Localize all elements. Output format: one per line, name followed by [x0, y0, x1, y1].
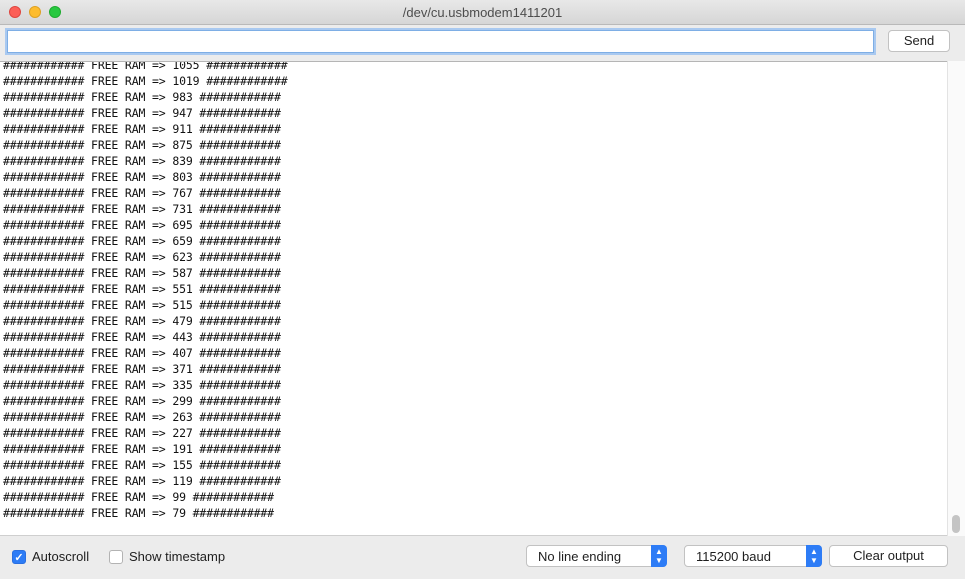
output-line: ############ FREE RAM => 263 ###########… — [3, 410, 281, 424]
bottom-toolbar: ✓ Autoscroll Show timestamp No line endi… — [0, 537, 965, 579]
output-scrollbar[interactable] — [947, 61, 965, 536]
output-line: ############ FREE RAM => 479 ###########… — [3, 314, 281, 328]
output-line: ############ FREE RAM => 947 ###########… — [3, 106, 281, 120]
output-line: ############ FREE RAM => 551 ###########… — [3, 282, 281, 296]
output-line: ############ FREE RAM => 875 ###########… — [3, 138, 281, 152]
baud-rate-select[interactable]: 115200 baud ▲ ▼ — [684, 545, 822, 567]
send-button[interactable]: Send — [888, 30, 950, 52]
output-line: ############ FREE RAM => 1019 ##########… — [3, 74, 288, 88]
output-line: ############ FREE RAM => 119 ###########… — [3, 474, 281, 488]
output-line: ############ FREE RAM => 911 ###########… — [3, 122, 281, 136]
output-line: ############ FREE RAM => 839 ###########… — [3, 154, 281, 168]
baud-rate-value: 115200 baud — [696, 549, 771, 564]
output-line: ############ FREE RAM => 767 ###########… — [3, 186, 281, 200]
send-row: Send — [0, 25, 965, 61]
output-line: ############ FREE RAM => 587 ###########… — [3, 266, 281, 280]
serial-send-input[interactable] — [7, 30, 874, 53]
output-line: ############ FREE RAM => 79 ############ — [3, 506, 274, 520]
autoscroll-label[interactable]: Autoscroll — [32, 549, 89, 564]
title-bar: /dev/cu.usbmodem1411201 — [0, 0, 965, 25]
output-line: ############ FREE RAM => 983 ###########… — [3, 90, 281, 104]
show-timestamp-checkbox[interactable] — [109, 550, 123, 564]
output-line: ############ FREE RAM => 407 ###########… — [3, 346, 281, 360]
output-line: ############ FREE RAM => 1055 ##########… — [3, 61, 288, 72]
output-line: ############ FREE RAM => 623 ###########… — [3, 250, 281, 264]
line-ending-value: No line ending — [538, 549, 622, 564]
output-line: ############ FREE RAM => 155 ###########… — [3, 458, 281, 472]
output-line: ############ FREE RAM => 227 ###########… — [3, 426, 281, 440]
output-line: ############ FREE RAM => 515 ###########… — [3, 298, 281, 312]
output-line: ############ FREE RAM => 803 ###########… — [3, 170, 281, 184]
output-line: ############ FREE RAM => 335 ###########… — [3, 378, 281, 392]
clear-output-button[interactable]: Clear output — [829, 545, 948, 567]
checkmark-icon: ✓ — [14, 551, 24, 564]
output-line: ############ FREE RAM => 371 ###########… — [3, 362, 281, 376]
output-line: ############ FREE RAM => 695 ###########… — [3, 218, 281, 232]
window-title: /dev/cu.usbmodem1411201 — [402, 5, 563, 20]
output-line: ############ FREE RAM => 299 ###########… — [3, 394, 281, 408]
serial-output-area[interactable]: ############ FREE RAM => 1055 ##########… — [0, 61, 947, 536]
output-lines: ############ FREE RAM => 1055 ##########… — [3, 61, 288, 521]
chevron-updown-icon: ▲ ▼ — [806, 545, 822, 567]
scroll-thumb[interactable] — [952, 515, 960, 533]
chevron-updown-icon: ▲ ▼ — [651, 545, 667, 567]
show-timestamp-label[interactable]: Show timestamp — [129, 549, 225, 564]
output-line: ############ FREE RAM => 191 ###########… — [3, 442, 281, 456]
output-line: ############ FREE RAM => 659 ###########… — [3, 234, 281, 248]
autoscroll-checkbox[interactable]: ✓ — [12, 550, 26, 564]
output-line: ############ FREE RAM => 99 ############ — [3, 490, 274, 504]
output-line: ############ FREE RAM => 731 ###########… — [3, 202, 281, 216]
output-line: ############ FREE RAM => 443 ###########… — [3, 330, 281, 344]
line-ending-select[interactable]: No line ending ▲ ▼ — [526, 545, 667, 567]
